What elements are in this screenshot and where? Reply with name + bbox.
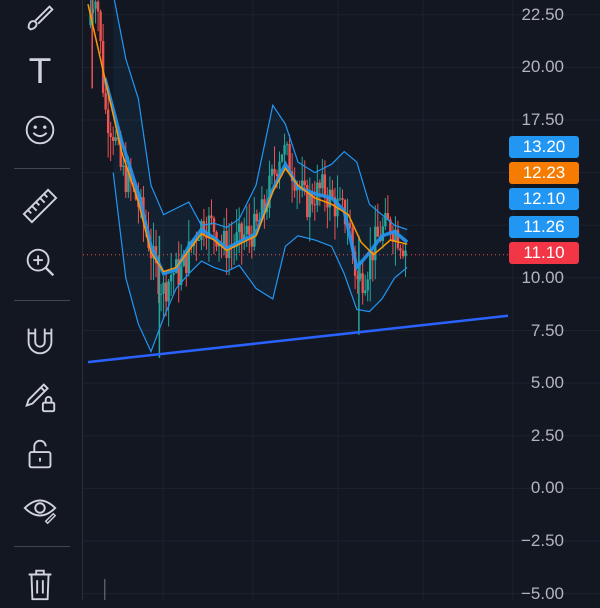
emoji-icon xyxy=(25,115,55,145)
toolbar-divider xyxy=(14,300,70,301)
candle-body xyxy=(341,198,344,200)
candle-body xyxy=(185,254,188,274)
candle-body xyxy=(283,145,286,155)
candle-body xyxy=(96,1,100,12)
candle-body xyxy=(369,251,372,280)
candle-body xyxy=(364,290,367,294)
candle-body xyxy=(270,168,274,176)
candle-body xyxy=(273,168,276,174)
text-icon: T xyxy=(29,52,51,92)
candle-body xyxy=(321,174,324,189)
toolbar-divider xyxy=(14,168,70,169)
price-chart[interactable] xyxy=(83,0,600,600)
candle-body xyxy=(313,204,316,206)
candle-body xyxy=(112,136,115,141)
candle-body xyxy=(162,282,165,294)
candle-body xyxy=(366,279,369,291)
price-axis-label: 5.00 xyxy=(530,373,564,393)
candle-body xyxy=(280,154,284,162)
ruler-icon xyxy=(22,188,58,224)
price-axis-label: 2.50 xyxy=(530,425,564,445)
candle-body xyxy=(122,165,125,167)
candle-body xyxy=(301,180,304,188)
candle-body xyxy=(308,192,311,218)
unlock-tool[interactable] xyxy=(16,430,64,478)
candle-body xyxy=(94,1,97,9)
ruler-tool[interactable] xyxy=(16,182,64,230)
candle-body xyxy=(222,230,226,245)
candle-body xyxy=(99,11,102,42)
candle-body xyxy=(248,225,251,235)
candle-body xyxy=(104,93,107,110)
eye-icon xyxy=(23,499,57,525)
candle-body xyxy=(114,137,117,141)
magnet-tool[interactable] xyxy=(16,316,64,364)
candle-body xyxy=(318,182,322,189)
brush-tool[interactable] xyxy=(16,0,64,42)
candle-body xyxy=(210,215,213,219)
price-axis-label: 20.00 xyxy=(521,57,564,77)
candle-body xyxy=(404,250,407,257)
candle-body xyxy=(399,248,402,251)
candle-body xyxy=(253,213,256,247)
candle-body xyxy=(212,218,216,233)
candle-body xyxy=(285,144,289,146)
price-badge: 13.20 xyxy=(509,136,579,158)
trash-icon xyxy=(28,569,52,601)
candle-body xyxy=(169,274,173,282)
candle-body xyxy=(303,180,306,185)
candle-body xyxy=(361,273,364,294)
trash-tool[interactable] xyxy=(16,560,64,608)
candle-body xyxy=(159,293,163,295)
price-axis-label: 17.50 xyxy=(521,110,564,129)
candle-body xyxy=(245,225,248,235)
candle-body xyxy=(384,213,387,227)
candle-body xyxy=(240,223,243,241)
price-badge: 12.23 xyxy=(509,162,579,184)
toolbar-divider xyxy=(14,546,70,547)
candle-body xyxy=(167,281,170,302)
candle-body xyxy=(323,174,327,198)
price-axis-label: −5.00 xyxy=(520,583,564,603)
price-axis-label: 7.50 xyxy=(530,320,564,340)
lock-drawing-icon xyxy=(25,383,56,413)
unlock-icon xyxy=(28,439,52,469)
price-axis-label: 0.00 xyxy=(530,478,564,498)
candle-body xyxy=(164,282,168,302)
price-badge: 12.10 xyxy=(509,188,579,210)
candle-body xyxy=(225,230,228,259)
candle-body xyxy=(172,273,175,275)
zoom-in-icon xyxy=(26,248,55,277)
candle-body xyxy=(197,240,201,242)
text-tool[interactable]: T xyxy=(16,48,64,96)
candle-body xyxy=(255,213,259,222)
candle-body xyxy=(124,165,127,193)
magnet-icon xyxy=(27,328,53,355)
price-axis-label: 22.50 xyxy=(521,4,564,24)
candle-body xyxy=(401,250,405,257)
zoom-tool[interactable] xyxy=(16,238,64,286)
price-axis-label: 10.00 xyxy=(521,267,564,287)
price-badge: 11.26 xyxy=(509,216,579,238)
eye-tool[interactable] xyxy=(16,484,64,532)
candle-body xyxy=(106,109,110,134)
candle-body xyxy=(238,223,241,233)
emoji-tool[interactable] xyxy=(16,106,64,154)
current-price-badge: 11.10 xyxy=(509,242,579,264)
lock-drawing-tool[interactable] xyxy=(16,372,64,420)
price-axis-label: −2.50 xyxy=(520,531,564,551)
brush-icon xyxy=(27,5,54,31)
candle-body xyxy=(376,226,379,237)
candle-body xyxy=(338,198,342,200)
drawing-toolbar: T xyxy=(0,0,83,601)
candle-body xyxy=(109,133,112,137)
chart-pane[interactable]: 22.50 20.00 17.50 15.00 12.50 10.00 7.50… xyxy=(83,0,600,603)
